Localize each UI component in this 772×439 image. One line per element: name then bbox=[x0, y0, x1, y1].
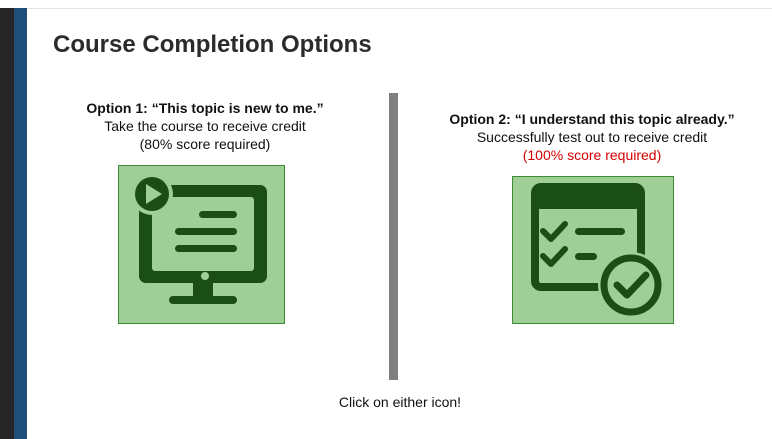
left-accent-bar-dark bbox=[0, 8, 14, 439]
option-divider bbox=[389, 93, 398, 380]
checklist-test-icon bbox=[531, 183, 664, 318]
option-2-description: Successfully test out to receive credit bbox=[476, 129, 708, 145]
option-2-icon-button[interactable] bbox=[512, 176, 674, 324]
top-rule bbox=[0, 0, 772, 9]
option-1-heading: Option 1: “This topic is new to me.” bbox=[86, 100, 324, 116]
option-2-requirement: (100% score required) bbox=[522, 147, 662, 163]
option-2-text: Option 2: “I understand this topic alrea… bbox=[425, 110, 759, 164]
option-1-text: Option 1: “This topic is new to me.” Tak… bbox=[60, 99, 350, 153]
option-1-icon-button[interactable] bbox=[118, 165, 285, 324]
left-accent-bar-blue bbox=[14, 8, 27, 439]
option-1-description: Take the course to receive credit bbox=[104, 118, 306, 134]
option-1-requirement: (80% score required) bbox=[139, 136, 271, 152]
slide-title: Course Completion Options bbox=[53, 31, 372, 58]
option-2-heading: Option 2: “I understand this topic alrea… bbox=[449, 111, 735, 127]
computer-play-icon bbox=[131, 173, 267, 304]
slide-canvas: Course Completion Options Option 1: “Thi… bbox=[0, 0, 772, 439]
footer-instruction: Click on either icon! bbox=[338, 394, 462, 410]
